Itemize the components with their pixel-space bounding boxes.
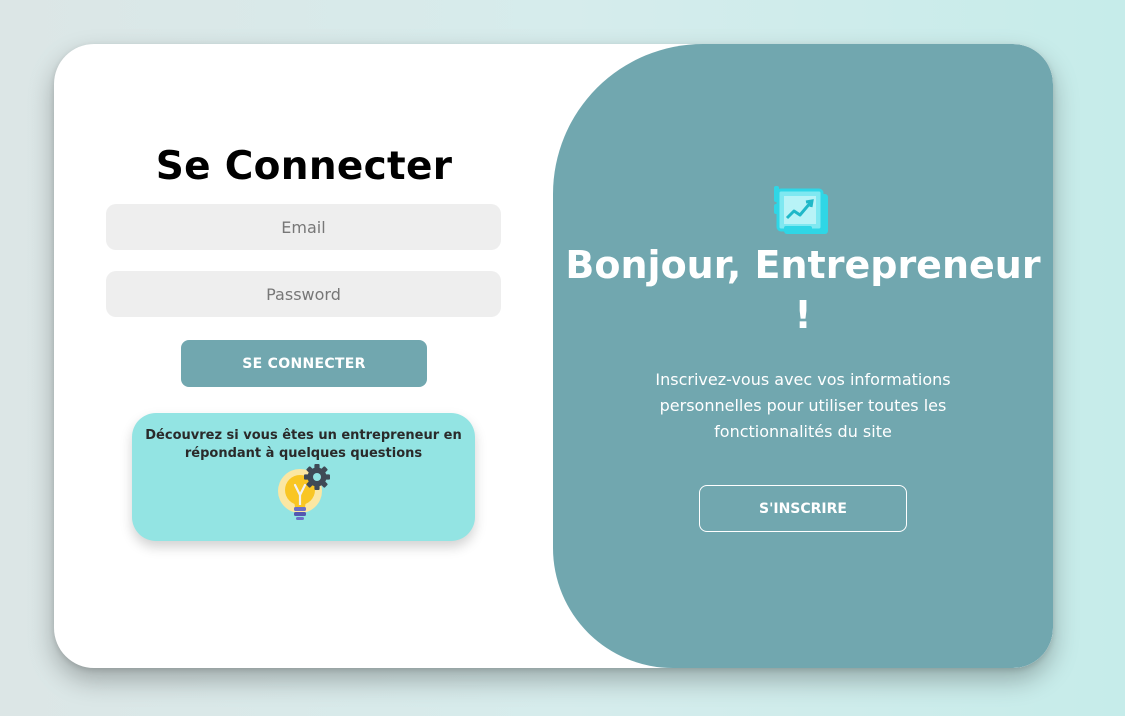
signup-button[interactable]: S'INSCRIRE <box>699 485 907 532</box>
welcome-title: Bonjour, Entrepreneur ! <box>565 243 1041 337</box>
lightbulb-gear-icon <box>278 464 330 520</box>
quiz-text: Découvrez si vous êtes un entrepreneur e… <box>145 428 462 461</box>
signup-panel: Bonjour, Entrepreneur ! Inscrivez-vous a… <box>553 44 1053 668</box>
entrepreneur-quiz-card[interactable]: Découvrez si vous êtes un entrepreneur e… <box>132 413 475 541</box>
chart-board-icon <box>774 186 828 234</box>
auth-card: Se Connecter SE CONNECTER Découvrez si v… <box>54 44 1053 668</box>
login-button[interactable]: SE CONNECTER <box>181 340 427 387</box>
password-input[interactable] <box>106 271 501 317</box>
login-title: Se Connecter <box>155 144 453 189</box>
email-input[interactable] <box>106 204 501 250</box>
welcome-subtitle: Inscrivez-vous avec vos informations per… <box>655 370 951 441</box>
